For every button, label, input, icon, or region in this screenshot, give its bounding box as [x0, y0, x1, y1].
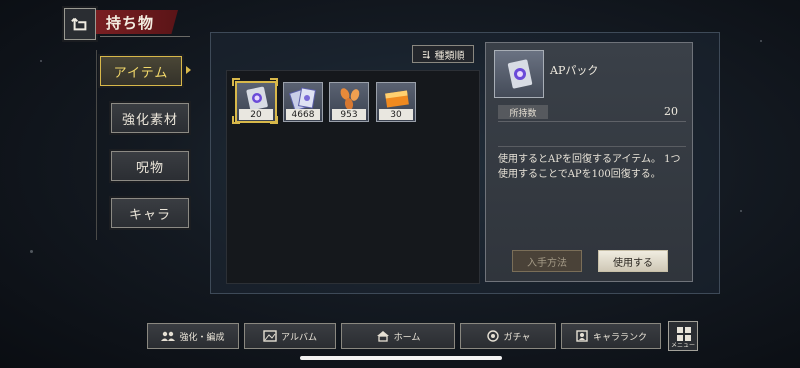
- background-star: [40, 60, 42, 62]
- active-tab-arrow-icon: [186, 66, 191, 74]
- selection-corner: [232, 78, 240, 86]
- home-icon: [376, 331, 389, 342]
- selection-corner: [270, 78, 278, 86]
- nav-label: ホーム: [393, 332, 421, 343]
- nav-label: アルバム: [281, 332, 317, 343]
- party-icon: [161, 331, 176, 341]
- owned-count-value: 20: [664, 105, 678, 118]
- selection-corner: [270, 116, 278, 124]
- selection-corner: [232, 116, 240, 124]
- background-star: [30, 250, 33, 253]
- nav-label: 強化・編成: [179, 332, 225, 343]
- cards-icon: [289, 87, 317, 111]
- item-description: 使用するとAPを回復するアイテム。 1つ使用することでAPを100回復する。: [498, 154, 681, 180]
- gacha-icon: [486, 330, 499, 342]
- menu-button[interactable]: メニュー: [668, 321, 698, 351]
- ap-pack-icon: [507, 59, 533, 89]
- item-count: 20: [239, 109, 273, 120]
- divider: [498, 121, 686, 122]
- item-count: 953: [332, 109, 366, 120]
- nav-enhance-party[interactable]: 強化・編成: [147, 323, 239, 349]
- how-to-get-button[interactable]: 入手方法: [512, 250, 582, 272]
- item-count: 30: [379, 109, 413, 120]
- background-star: [760, 40, 762, 42]
- nav-label: キャラランク: [592, 332, 647, 343]
- page-title: 持ち物: [96, 10, 178, 34]
- sort-button[interactable]: 種類順: [412, 45, 474, 63]
- ap-pack-icon: [246, 86, 268, 111]
- sort-label: 種類順: [434, 50, 465, 62]
- back-arrow-icon: [71, 17, 87, 31]
- album-icon: [263, 330, 277, 342]
- ticket-icon: [385, 90, 409, 108]
- owned-count-label: 所持数: [498, 105, 548, 119]
- item-slot-ticket[interactable]: 30: [376, 82, 416, 122]
- background-star: [740, 210, 742, 212]
- tab-characters[interactable]: キャラ: [111, 198, 189, 228]
- title-underline: [100, 36, 190, 37]
- tab-materials[interactable]: 強化素材: [111, 103, 189, 133]
- nav-gacha[interactable]: ガチャ: [460, 323, 556, 349]
- home-indicator[interactable]: [300, 356, 502, 360]
- nav-label: ガチャ: [503, 332, 531, 343]
- nav-album[interactable]: アルバム: [244, 323, 336, 349]
- nav-home[interactable]: ホーム: [341, 323, 455, 349]
- tab-items[interactable]: アイテム: [100, 56, 182, 86]
- petals-icon: [340, 88, 360, 110]
- nav-character-rank[interactable]: キャラランク: [561, 323, 661, 349]
- item-count: 4668: [286, 109, 320, 120]
- detail-item-image: [494, 50, 544, 98]
- use-item-button[interactable]: 使用する: [598, 250, 668, 272]
- sort-icon: [422, 50, 430, 59]
- divider: [498, 146, 686, 147]
- detail-item-name: APパック: [550, 64, 599, 77]
- item-slot-petals[interactable]: 953: [329, 82, 369, 122]
- rank-icon: [576, 330, 588, 342]
- tab-curses[interactable]: 呪物: [111, 151, 189, 181]
- tab-rail: [96, 50, 97, 240]
- back-button[interactable]: [64, 8, 96, 40]
- menu-label: メニュー: [670, 342, 695, 349]
- owned-count-row: 所持数 20: [498, 105, 686, 122]
- item-slot-cards[interactable]: 4668: [283, 82, 323, 122]
